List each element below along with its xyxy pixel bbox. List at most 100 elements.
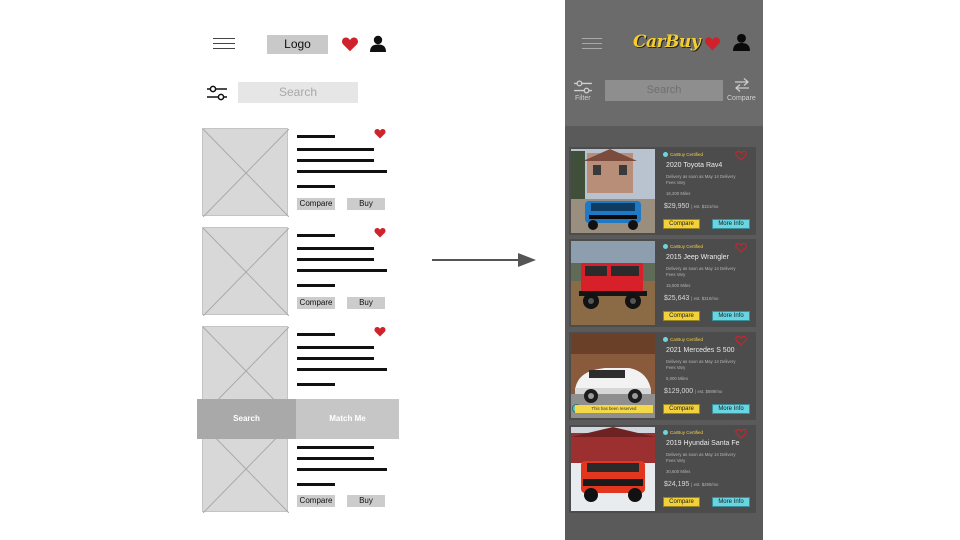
- wf-compare-button[interactable]: Compare: [297, 297, 335, 309]
- wf-text-line: [297, 135, 335, 138]
- wf-text-line: [297, 148, 374, 151]
- wf-text-line: [297, 247, 374, 250]
- listing-title: 2021 Mercedes S 500: [666, 347, 735, 354]
- monthly-estimate: | est. $889/mo: [695, 389, 723, 394]
- price: $129,000 | est. $889/mo: [664, 388, 722, 395]
- favorites-heart-icon[interactable]: [704, 36, 721, 51]
- delivery-info: Delivery as soon as May 14 Delivery Fees…: [666, 359, 736, 370]
- listing-title: 2019 Hyundai Santa Fe: [666, 440, 740, 447]
- more-info-button[interactable]: More Info: [712, 311, 750, 321]
- price: $25,643 | est. $310/mo: [664, 295, 718, 302]
- wf-filter-icon[interactable]: [206, 84, 228, 102]
- certified-badge: CarBuy Certified: [663, 337, 703, 342]
- price-value: $25,643: [664, 295, 690, 302]
- filter-icon[interactable]: [573, 79, 593, 95]
- compare-button[interactable]: Compare: [663, 311, 700, 321]
- brand-logo: CarBuy: [633, 32, 701, 52]
- user-icon[interactable]: [732, 33, 751, 51]
- price: $24,195 | est. $290/mo: [664, 481, 718, 488]
- wf-search-tab[interactable]: Search: [197, 399, 296, 439]
- wf-text-line: [297, 483, 335, 486]
- listing-card[interactable]: This has been reserved CarBuy Certified …: [569, 332, 756, 420]
- wf-image-placeholder: [202, 128, 289, 217]
- wf-text-line: [297, 383, 335, 386]
- transition-arrow-line: [432, 259, 520, 261]
- wf-user-icon[interactable]: [369, 35, 387, 52]
- delivery-info: Delivery as soon as May 14 Delivery Fees…: [666, 266, 736, 277]
- favorite-heart-icon[interactable]: [735, 150, 747, 161]
- wf-logo: Logo: [267, 35, 328, 54]
- wf-buy-button[interactable]: Buy: [347, 198, 385, 210]
- certified-badge: CarBuy Certified: [663, 152, 703, 157]
- wf-text-line: [297, 357, 374, 360]
- wf-text-line: [297, 346, 374, 349]
- mileage: 16,200 Miles: [666, 191, 691, 196]
- wf-text-line: [297, 333, 335, 336]
- price-value: $29,950: [664, 203, 690, 210]
- wf-card-heart-icon[interactable]: [374, 227, 386, 238]
- wf-text-line: [297, 446, 374, 449]
- compare-label: Compare: [727, 95, 756, 102]
- wf-compare-button[interactable]: Compare: [297, 198, 335, 210]
- favorite-heart-icon[interactable]: [735, 335, 747, 346]
- car-photo-wrangler[interactable]: [571, 241, 655, 325]
- price-value: $24,195: [664, 481, 690, 488]
- filter-label: Filter: [575, 95, 591, 102]
- wf-favorites-heart-icon[interactable]: [341, 36, 359, 52]
- wf-compare-button[interactable]: Compare: [297, 495, 335, 507]
- listing-title: 2015 Jeep Wrangler: [666, 254, 729, 261]
- wf-buy-button[interactable]: Buy: [347, 495, 385, 507]
- car-photo-rav4[interactable]: [571, 149, 655, 233]
- listing-card[interactable]: CarBuy Certified 2019 Hyundai Santa Fe D…: [569, 425, 756, 513]
- price: $29,950 | est. $321/mo: [664, 203, 718, 210]
- wf-text-line: [297, 457, 374, 460]
- reserved-banner: This has been reserved: [575, 405, 653, 413]
- delivery-info: Delivery as soon as May 14 Delivery Fees…: [666, 174, 736, 185]
- wf-text-line: [297, 159, 374, 162]
- wf-buy-button[interactable]: Buy: [347, 297, 385, 309]
- wf-search-input[interactable]: Search: [238, 82, 358, 103]
- mockup-phone-screen: CarBuy Filter Search Compare CarBuy Cert…: [565, 0, 763, 540]
- wf-text-line: [297, 269, 387, 272]
- wf-text-line: [297, 185, 335, 188]
- mileage: 5,000 Miles: [666, 376, 688, 381]
- more-info-button[interactable]: More Info: [712, 404, 750, 414]
- wf-image-placeholder: [202, 227, 289, 316]
- listing-title: 2020 Toyota Rav4: [666, 162, 723, 169]
- monthly-estimate: | est. $310/mo: [691, 296, 719, 301]
- wf-match-me-tab[interactable]: Match Me: [296, 399, 399, 439]
- wf-text-line: [297, 234, 335, 237]
- mileage: 30,600 Miles: [666, 469, 691, 474]
- wf-text-line: [297, 368, 387, 371]
- certified-badge: CarBuy Certified: [663, 244, 703, 249]
- wf-text-line: [297, 258, 374, 261]
- car-photo-santa-fe[interactable]: [571, 427, 655, 511]
- wf-text-line: [297, 284, 335, 287]
- favorite-heart-icon[interactable]: [735, 428, 747, 439]
- wf-card-heart-icon[interactable]: [374, 128, 386, 139]
- design-comparison: Logo Search Compare Buy Compare Buy Comp…: [0, 0, 960, 540]
- delivery-info: Delivery as soon as May 14 Delivery Fees…: [666, 452, 736, 463]
- listing-card[interactable]: CarBuy Certified 2020 Toyota Rav4 Delive…: [569, 147, 756, 235]
- favorite-heart-icon[interactable]: [735, 242, 747, 253]
- menu-icon[interactable]: [582, 38, 602, 50]
- more-info-button[interactable]: More Info: [712, 497, 750, 507]
- monthly-estimate: | est. $290/mo: [691, 482, 719, 487]
- transition-arrow-head: [518, 253, 536, 267]
- more-info-button[interactable]: More Info: [712, 219, 750, 229]
- mileage: 15,500 Miles: [666, 283, 691, 288]
- price-value: $129,000: [664, 388, 694, 395]
- monthly-estimate: | est. $321/mo: [691, 204, 719, 209]
- wf-text-line: [297, 170, 387, 173]
- listing-card[interactable]: CarBuy Certified 2015 Jeep Wrangler Deli…: [569, 239, 756, 327]
- wf-menu-icon[interactable]: [213, 38, 235, 50]
- compare-button[interactable]: Compare: [663, 219, 700, 229]
- mockup-header: [565, 0, 763, 126]
- search-input[interactable]: Search: [605, 80, 723, 101]
- wf-text-line: [297, 468, 387, 471]
- wf-card-heart-icon[interactable]: [374, 326, 386, 337]
- compare-button[interactable]: Compare: [663, 497, 700, 507]
- compare-button[interactable]: Compare: [663, 404, 700, 414]
- compare-arrows-icon[interactable]: [734, 77, 750, 93]
- certified-badge: CarBuy Certified: [663, 430, 703, 435]
